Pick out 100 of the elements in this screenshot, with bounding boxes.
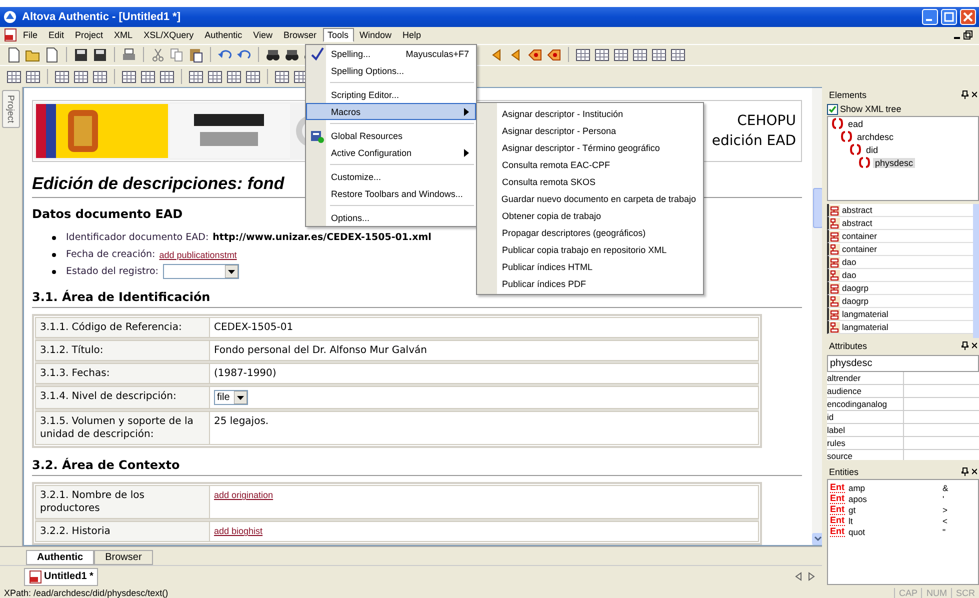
table-icon[interactable] [670, 46, 686, 63]
view-tab[interactable]: Authentic [26, 550, 94, 566]
menu-entry[interactable]: Spelling... Mayusculas+F7 [306, 45, 476, 62]
tag-icon[interactable] [527, 46, 543, 63]
pin-icon[interactable] [961, 90, 969, 100]
dropdown[interactable] [162, 264, 238, 280]
tree-node[interactable]: did [864, 144, 880, 155]
close-icon[interactable] [972, 90, 977, 100]
dropdown[interactable]: file [214, 390, 248, 406]
printer-icon[interactable] [121, 46, 137, 63]
element-dropdown[interactable]: physdesc [827, 355, 979, 372]
element-item[interactable]: daogrp [827, 282, 973, 296]
menu-entry[interactable]: Customize... [306, 168, 476, 185]
table-icon[interactable] [575, 46, 591, 63]
table-icon[interactable] [207, 68, 223, 85]
menu-entry[interactable]: Macros [306, 103, 476, 120]
element-item[interactable]: langmaterial [827, 308, 973, 322]
scroll-down-icon[interactable] [812, 533, 822, 546]
scroll-right-icon[interactable] [807, 572, 816, 582]
menu-entry[interactable]: Restore Toolbars and Windows... [306, 185, 476, 202]
table-icon[interactable] [594, 46, 610, 63]
entity-name[interactable]: gt [848, 504, 938, 515]
menu-item[interactable]: Project [70, 28, 108, 42]
scissors-icon[interactable] [150, 46, 166, 63]
element-item[interactable]: container [827, 243, 973, 256]
tree-node[interactable]: archdesc [855, 132, 896, 142]
menu-entry[interactable]: Spelling Options... [306, 62, 476, 79]
menu-item[interactable]: XML [109, 28, 138, 42]
table-icon[interactable] [245, 68, 261, 85]
tree-node[interactable]: physdesc [873, 158, 916, 168]
tree-node[interactable]: ead [846, 118, 866, 129]
menu-entry[interactable]: Propagar descriptores (geográficos) [477, 224, 703, 241]
document-tab[interactable]: Untitled1 * [24, 568, 98, 586]
table-icon[interactable] [121, 68, 137, 85]
menu-item[interactable]: File [18, 28, 43, 42]
menu-item[interactable]: Tools [322, 28, 354, 42]
element-item[interactable]: langmaterial [827, 321, 973, 334]
menu-item[interactable]: View [248, 28, 278, 42]
table-icon[interactable] [613, 46, 629, 63]
entity-name[interactable]: quot [848, 526, 938, 537]
add-link[interactable]: add origination [214, 490, 274, 500]
table-icon[interactable] [226, 68, 242, 85]
side-tab[interactable]: Project [2, 90, 20, 128]
restore-icon[interactable] [963, 30, 973, 40]
menu-entry[interactable]: Publicar índices HTML [477, 258, 703, 275]
menu-entry[interactable]: Consulta remota EAC-CPF [477, 156, 703, 173]
table-icon[interactable] [159, 68, 175, 85]
entity-name[interactable]: amp [848, 482, 938, 493]
menu-entry[interactable]: Options... [306, 209, 476, 226]
checkbox[interactable] [827, 104, 838, 115]
table-icon[interactable] [54, 68, 70, 85]
menu-entry[interactable]: Active Configuration [306, 144, 476, 161]
element-item[interactable]: dao [827, 269, 973, 282]
close-icon[interactable] [972, 467, 977, 476]
element-item[interactable]: abstract [827, 217, 973, 230]
paste-icon[interactable] [188, 46, 204, 63]
entity-name[interactable]: lt [848, 516, 938, 526]
menu-entry[interactable]: Asignar descriptor - Institución [477, 105, 703, 122]
pin-icon[interactable] [961, 467, 969, 476]
element-item[interactable]: daogrp [827, 295, 973, 308]
scroll-thumb[interactable] [813, 188, 822, 228]
menu-item[interactable]: Browser [278, 28, 322, 42]
tag-icon[interactable] [546, 46, 562, 63]
menu-item[interactable]: XSL/XQuery [138, 28, 199, 42]
entity-name[interactable]: apos [848, 494, 938, 504]
menu-item[interactable]: Window [354, 28, 397, 42]
menu-entry[interactable]: Publicar índices PDF [477, 275, 703, 292]
menu-entry[interactable]: Publicar copia trabajo en repositorio XML [477, 241, 703, 258]
view-tab[interactable]: Browser [94, 550, 153, 566]
close-icon[interactable] [972, 341, 977, 350]
menu-entry[interactable]: Guardar nuevo documento en carpeta de trabajo [477, 190, 703, 207]
pin-icon[interactable] [961, 341, 969, 350]
menu-item[interactable]: Edit [44, 28, 70, 42]
menu-entry[interactable]: Obtener copia de trabajo [477, 207, 703, 224]
scroll-bar[interactable] [973, 204, 979, 338]
table-icon[interactable] [73, 68, 89, 85]
page-icon[interactable] [6, 46, 22, 63]
menu-entry[interactable]: Global Resources [306, 127, 476, 144]
table-icon[interactable] [632, 46, 648, 63]
menu-entry[interactable]: Consulta remota SKOS [477, 173, 703, 190]
table-icon[interactable] [274, 68, 290, 85]
table-icon[interactable] [6, 68, 22, 85]
menu-item[interactable]: Help [398, 28, 426, 42]
element-item[interactable]: container [827, 230, 973, 244]
menu-item[interactable]: Authentic [200, 28, 248, 42]
add-link[interactable]: add bioghist [214, 526, 263, 536]
scroll-left-icon[interactable] [794, 572, 803, 582]
add-link[interactable]: add publicationstmt [159, 250, 237, 260]
element-item[interactable]: abstract [827, 204, 973, 218]
element-item[interactable]: dao [827, 256, 973, 270]
menu-entry[interactable]: Scripting Editor... [306, 86, 476, 103]
table-icon[interactable] [188, 68, 204, 85]
table-icon[interactable] [140, 68, 156, 85]
table-icon[interactable] [651, 46, 667, 63]
menu-entry[interactable]: Asignar descriptor - Término geográfico [477, 139, 703, 156]
table-icon[interactable] [25, 68, 41, 85]
maximize-icon[interactable] [941, 8, 957, 25]
table-icon[interactable] [92, 68, 108, 85]
menu-entry[interactable]: Asignar descriptor - Persona [477, 122, 703, 139]
page-icon[interactable] [44, 46, 60, 63]
